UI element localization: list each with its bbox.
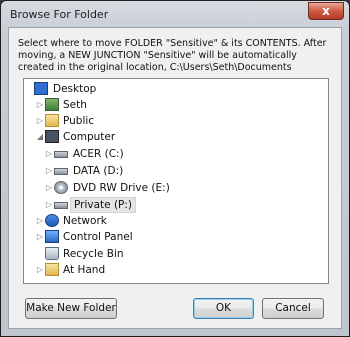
tree-item-desktop[interactable]: Desktop bbox=[24, 81, 328, 97]
folder-icon bbox=[45, 263, 59, 276]
tree-item-at-hand[interactable]: ▷ At Hand bbox=[24, 262, 328, 278]
tree-item-label: Recycle Bin bbox=[63, 248, 124, 260]
drive-icon bbox=[54, 168, 68, 175]
expand-arrow-icon[interactable]: ▷ bbox=[45, 165, 53, 177]
tree-item-label: Control Panel bbox=[63, 231, 133, 243]
drive-icon bbox=[54, 202, 68, 209]
expander-icon bbox=[36, 248, 44, 260]
recycle-bin-icon bbox=[45, 247, 59, 260]
tree-item-computer[interactable]: ◢ Computer bbox=[24, 129, 328, 145]
expand-arrow-icon[interactable]: ▷ bbox=[36, 99, 44, 111]
close-button[interactable]: x bbox=[308, 2, 344, 20]
tree-item-public[interactable]: ▷ Public bbox=[24, 113, 328, 129]
ok-button[interactable]: OK bbox=[193, 298, 254, 319]
tree-item-label: Public bbox=[63, 115, 95, 127]
tree-item-seth[interactable]: ▷ Seth bbox=[24, 97, 328, 113]
expand-arrow-icon[interactable]: ▷ bbox=[36, 115, 44, 127]
tree-item-recycle-bin[interactable]: Recycle Bin bbox=[24, 246, 328, 262]
tree-item-network[interactable]: ▷ Network bbox=[24, 213, 328, 229]
user-folder-icon bbox=[45, 98, 59, 111]
tree-item-label: Seth bbox=[63, 99, 87, 111]
tree-item-label: ACER (C:) bbox=[73, 148, 124, 160]
tree-item-label: DATA (D:) bbox=[73, 165, 124, 177]
cancel-button[interactable]: Cancel bbox=[262, 298, 324, 319]
expand-arrow-icon[interactable]: ▷ bbox=[45, 148, 53, 160]
make-new-folder-button[interactable]: Make New Folder bbox=[25, 298, 117, 319]
tree-item-dvd-e[interactable]: ▷ DVD RW Drive (E:) bbox=[24, 180, 328, 196]
tree-item-control-panel[interactable]: ▷ Control Panel bbox=[24, 229, 328, 245]
tree-item-data-d[interactable]: ▷ DATA (D:) bbox=[24, 163, 328, 179]
tree-item-label: DVD RW Drive (E:) bbox=[73, 182, 170, 194]
tree-item-private-p[interactable]: ▷ Private (P:) bbox=[24, 197, 328, 213]
desktop-icon bbox=[34, 82, 48, 95]
tree-item-label-selected: Private (P:) bbox=[70, 197, 137, 213]
window-title: Browse For Folder bbox=[10, 8, 109, 21]
control-panel-icon bbox=[45, 230, 59, 243]
tree-item-label: Network bbox=[63, 215, 107, 227]
title-bar[interactable]: Browse For Folder x bbox=[1, 1, 349, 27]
instruction-text: Select where to move FOLDER "Sensitive" … bbox=[18, 38, 327, 73]
computer-icon bbox=[45, 130, 59, 143]
tree-item-label: At Hand bbox=[63, 264, 106, 276]
folder-tree[interactable]: Desktop ▷ Seth ▷ Public ◢ Computer ▷ ACE… bbox=[23, 78, 329, 284]
expand-arrow-icon[interactable]: ▷ bbox=[45, 199, 53, 211]
dvd-drive-icon bbox=[54, 181, 68, 194]
tree-item-label: Desktop bbox=[53, 83, 97, 95]
tree-item-acer-c[interactable]: ▷ ACER (C:) bbox=[24, 146, 328, 162]
drive-icon bbox=[54, 151, 68, 158]
expand-arrow-icon[interactable]: ▷ bbox=[36, 231, 44, 243]
folder-icon bbox=[45, 114, 59, 127]
network-icon bbox=[45, 214, 59, 227]
expand-arrow-icon[interactable]: ▷ bbox=[36, 264, 44, 276]
expand-arrow-icon[interactable]: ▷ bbox=[36, 215, 44, 227]
collapse-arrow-icon[interactable]: ◢ bbox=[36, 131, 44, 143]
expand-arrow-icon[interactable]: ▷ bbox=[45, 182, 53, 194]
browse-folder-dialog: Browse For Folder x Select where to move… bbox=[0, 0, 350, 337]
tree-item-label: Computer bbox=[63, 131, 116, 143]
